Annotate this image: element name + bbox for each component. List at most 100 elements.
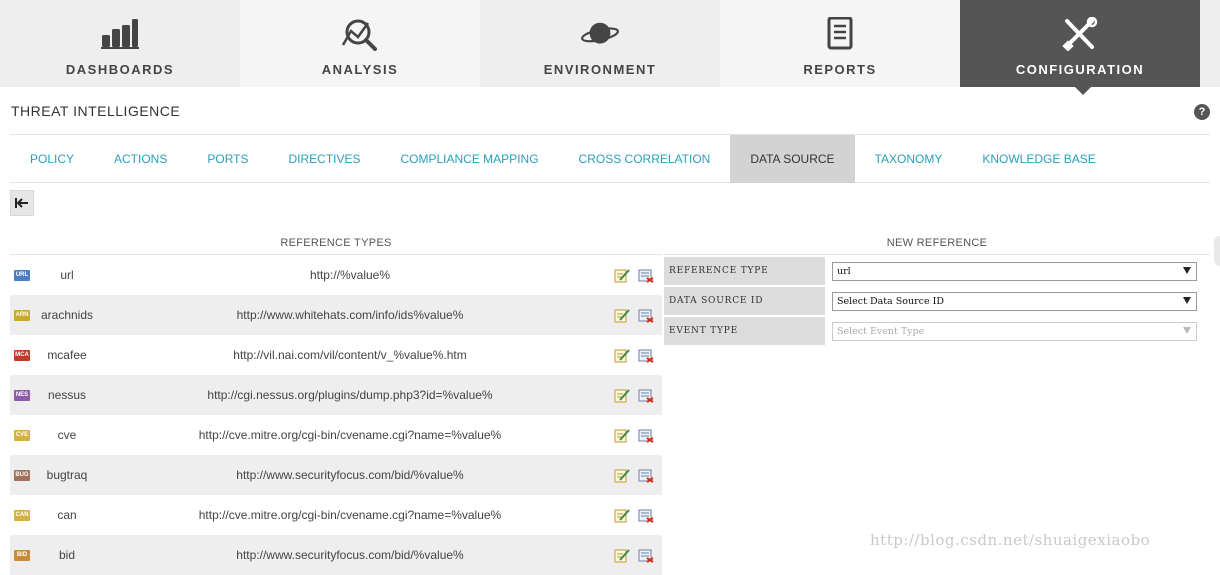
- tab-taxonomy[interactable]: TAXONOMY: [855, 135, 963, 183]
- divider: [664, 254, 1210, 255]
- reference-name: mcafee: [47, 348, 87, 362]
- reference-url: http://cve.mitre.org/cgi-bin/cvename.cgi…: [198, 508, 502, 522]
- edit-icon[interactable]: [614, 507, 630, 523]
- row-actions: [600, 547, 662, 563]
- planet-icon: [580, 16, 620, 52]
- nav-reports[interactable]: REPORTS: [720, 0, 960, 87]
- reference-types-table: URL url http://%value% ARN arachnids http://w…: [10, 254, 662, 575]
- back-arrow-icon: [15, 198, 28, 208]
- tab-data-source[interactable]: DATA SOURCE: [730, 135, 855, 183]
- reference-url: http://www.whitehats.com/info/ids%value%: [236, 308, 464, 322]
- tab-cross-correlation[interactable]: CROSS CORRELATION: [559, 135, 731, 183]
- nav-label: CONFIGURATION: [1015, 62, 1145, 77]
- data-source-id-select[interactable]: Select Data Source ID: [832, 291, 1197, 311]
- row-actions: [600, 347, 662, 363]
- table-row: NES nessus http://cgi.nessus.org/plugins/d…: [10, 375, 662, 415]
- tab-policy[interactable]: POLICY: [10, 135, 94, 183]
- delete-icon[interactable]: [638, 427, 654, 443]
- delete-icon[interactable]: [638, 307, 654, 323]
- delete-icon[interactable]: [638, 467, 654, 483]
- form-row: REFERENCE TYPE url: [664, 257, 1210, 285]
- reference-types-header: REFERENCE TYPES: [280, 237, 392, 249]
- reference-name: nessus: [47, 388, 87, 402]
- event-type-select: Select Event Type: [832, 321, 1197, 341]
- new-reference-header: NEW REFERENCE: [886, 237, 988, 249]
- nav-configuration[interactable]: CONFIGURATION: [960, 0, 1200, 95]
- tab-compliance-mapping[interactable]: COMPLIANCE MAPPING: [381, 135, 559, 183]
- reference-url: http://vil.nai.com/vil/content/v_%value%…: [233, 348, 467, 362]
- field-label: DATA SOURCE ID: [664, 287, 825, 315]
- delete-icon[interactable]: [638, 267, 654, 283]
- chevron-down-icon: [1183, 296, 1191, 304]
- type-badge-icon: NES: [14, 389, 30, 401]
- bar-chart-icon: [100, 16, 140, 52]
- badge-cell: CAN: [10, 509, 34, 521]
- delete-icon[interactable]: [638, 387, 654, 403]
- type-badge-icon: BUG: [14, 469, 30, 481]
- table-row: ARN arachnids http://www.whitehats.com/inf…: [10, 295, 662, 335]
- table-row: BUG bugtraq http://www.securityfocus.com/b…: [10, 455, 662, 495]
- magnifier-chart-icon: [340, 16, 380, 52]
- edit-icon[interactable]: [614, 427, 630, 443]
- row-actions: [600, 427, 662, 443]
- reference-url: http://cve.mitre.org/cgi-bin/cvename.cgi…: [198, 428, 502, 442]
- reference-name: cve: [57, 428, 77, 442]
- badge-cell: BID: [10, 549, 34, 561]
- type-badge-icon: BID: [14, 549, 30, 561]
- edit-icon[interactable]: [614, 267, 630, 283]
- tab-actions[interactable]: ACTIONS: [94, 135, 187, 183]
- edit-icon[interactable]: [614, 387, 630, 403]
- edit-icon[interactable]: [614, 467, 630, 483]
- delete-icon[interactable]: [638, 507, 654, 523]
- table-row: BID bid http://www.securityfocus.com/bid/%…: [10, 535, 662, 575]
- reference-url: http://cgi.nessus.org/plugins/dump.php3?…: [207, 388, 493, 402]
- tab-directives[interactable]: DIRECTIVES: [268, 135, 380, 183]
- tab-ports[interactable]: PORTS: [187, 135, 268, 183]
- row-actions: [600, 387, 662, 403]
- back-button[interactable]: [10, 190, 34, 216]
- field-label: REFERENCE TYPE: [664, 257, 825, 285]
- badge-cell: MCA: [10, 349, 34, 361]
- row-actions: [600, 507, 662, 523]
- type-badge-icon: CVE: [14, 429, 30, 441]
- nav-spacer: [1200, 0, 1220, 87]
- field-label: EVENT TYPE: [664, 317, 825, 345]
- nav-dashboards[interactable]: DASHBOARDS: [0, 0, 240, 87]
- reference-name: url: [60, 268, 74, 282]
- badge-cell: URL: [10, 269, 34, 281]
- badge-cell: NES: [10, 389, 34, 401]
- row-actions: [600, 467, 662, 483]
- badge-cell: ARN: [10, 309, 34, 321]
- chevron-down-icon: [1183, 326, 1191, 334]
- table-row: CVE cve http://cve.mitre.org/cgi-bin/cvena…: [10, 415, 662, 455]
- type-badge-icon: ARN: [14, 309, 30, 321]
- row-actions: [600, 267, 662, 283]
- type-badge-icon: MCA: [14, 349, 30, 361]
- reference-name: arachnids: [40, 308, 94, 322]
- sub-tabs: POLICY ACTIONS PORTS DIRECTIVES COMPLIAN…: [10, 134, 1210, 183]
- nav-environment[interactable]: ENVIRONMENT: [480, 0, 720, 87]
- nav-analysis[interactable]: ANALYSIS: [240, 0, 480, 87]
- tab-knowledge-base[interactable]: KNOWLEDGE BASE: [962, 135, 1115, 183]
- form-row: EVENT TYPE Select Event Type: [664, 317, 1210, 345]
- nav-label: ENVIRONMENT: [543, 62, 657, 77]
- delete-icon[interactable]: [638, 547, 654, 563]
- watermark: http://blog.csdn.net/shuaigexiaobo: [870, 531, 1151, 549]
- scroll-handle[interactable]: [1214, 236, 1220, 266]
- badge-cell: BUG: [10, 469, 34, 481]
- form-row: DATA SOURCE ID Select Data Source ID: [664, 287, 1210, 315]
- help-icon[interactable]: ?: [1194, 104, 1210, 120]
- type-badge-icon: CAN: [14, 509, 30, 521]
- edit-icon[interactable]: [614, 547, 630, 563]
- nav-label: ANALYSIS: [321, 62, 399, 77]
- table-row: URL url http://%value%: [10, 255, 662, 295]
- row-actions: [600, 307, 662, 323]
- reference-type-select[interactable]: url: [832, 261, 1197, 281]
- delete-icon[interactable]: [638, 347, 654, 363]
- edit-icon[interactable]: [614, 307, 630, 323]
- chevron-down-icon: [1183, 266, 1191, 274]
- document-icon: [820, 16, 860, 52]
- type-badge-icon: URL: [14, 269, 30, 281]
- select-value: url: [837, 265, 851, 277]
- edit-icon[interactable]: [614, 347, 630, 363]
